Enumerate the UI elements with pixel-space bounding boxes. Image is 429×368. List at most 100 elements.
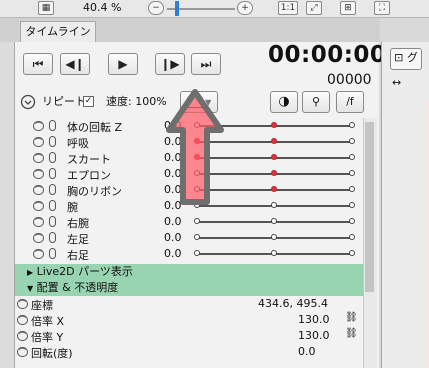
link-icon[interactable] [49, 232, 56, 243]
collapse-icon[interactable] [20, 91, 36, 113]
track-label: 胸のリボン [67, 185, 122, 198]
track-label: スカート [67, 153, 111, 166]
link-icon[interactable] [49, 248, 56, 259]
property-row[interactable]: ⌒ 倍率 X 130.0 ⛓ [15, 312, 363, 328]
eye-icon[interactable]: ⌒ [33, 153, 44, 163]
keyframe-marker[interactable] [349, 218, 355, 224]
chain-link-icon[interactable]: ⛓ [345, 312, 358, 323]
eye-icon[interactable]: ⌒ [17, 331, 28, 341]
section-placement-label: 配置 & 不透明度 [36, 281, 119, 294]
keyframe-marker[interactable] [194, 250, 200, 256]
ratio-button[interactable]: 1:1 [278, 1, 298, 15]
eye-icon[interactable]: ⌒ [17, 299, 28, 309]
property-row[interactable]: ⌒ 倍率 Y 130.0 ⛓ [15, 328, 363, 344]
keyframe-marker[interactable] [271, 138, 277, 144]
right-panel: ⊡ グ ↔ [381, 42, 429, 368]
track-label: 右足 [67, 249, 89, 262]
track-label: エプロン [67, 169, 111, 182]
eye-icon[interactable]: ⌒ [33, 185, 44, 195]
keyframe-marker[interactable] [349, 202, 355, 208]
link-icon[interactable] [49, 184, 56, 195]
section-placement[interactable]: ▼ 配置 & 不透明度 [15, 280, 363, 296]
keyframe-marker[interactable] [271, 154, 277, 160]
repeat-label: リピート [42, 95, 86, 108]
keyframe-marker[interactable] [194, 218, 200, 224]
right-panel-button[interactable]: ⊡ グ [390, 48, 422, 70]
track-row[interactable]: ⌒ 右足 0.0 [15, 246, 363, 262]
eye-icon[interactable]: ⌒ [33, 233, 44, 243]
track-label: 腕 [67, 201, 78, 214]
overlap-circles-icon: ◑ [278, 94, 290, 109]
scrollbar-thumb[interactable] [365, 122, 374, 292]
eye-icon[interactable]: ⌒ [17, 315, 28, 325]
property-label: 座標 [31, 299, 53, 312]
track-label: 呼吸 [67, 137, 89, 150]
eye-icon[interactable]: ⌒ [33, 169, 44, 179]
chain-link-icon[interactable]: ⛓ [345, 328, 358, 339]
link-icon[interactable] [49, 216, 56, 227]
keyframe-marker[interactable] [349, 186, 355, 192]
skip-end-button[interactable]: ⏭ [191, 53, 221, 75]
keyframe-marker[interactable] [349, 122, 355, 128]
keyframe-marker[interactable] [194, 234, 200, 240]
pin-button[interactable]: ⚲ [302, 91, 330, 113]
track-row[interactable]: ⌒ 右腕 0.0 [15, 214, 363, 230]
pin-icon: ⚲ [311, 95, 321, 108]
zoom-in-icon[interactable]: + [237, 1, 253, 15]
eye-icon[interactable]: ⌒ [17, 347, 28, 357]
eye-icon[interactable]: ⌒ [33, 121, 44, 131]
repeat-checkbox[interactable]: ✓ [83, 96, 94, 107]
keyframe-marker[interactable] [271, 186, 277, 192]
eye-icon[interactable]: ⌒ [33, 217, 44, 227]
step-back-button[interactable]: ◀❙ [60, 53, 90, 75]
step-forward-button[interactable]: ❙▶ [155, 53, 185, 75]
eye-icon[interactable]: ⌒ [33, 249, 44, 259]
keyframe-marker[interactable] [271, 218, 277, 224]
checker-icon[interactable]: ▦ [38, 1, 54, 15]
link-icon[interactable] [49, 200, 56, 211]
property-value[interactable]: 130.0 [298, 329, 330, 342]
expand-width-icon[interactable]: ↔ [392, 76, 401, 89]
track-value: 0.0 [164, 231, 182, 244]
keyframe-marker[interactable] [349, 234, 355, 240]
eye-icon[interactable]: ⌒ [33, 201, 44, 211]
keyframe-style-button[interactable]: ◑ [270, 91, 298, 113]
keyframe-marker[interactable] [349, 170, 355, 176]
top-toolbar: ▦ 40.4 % − + 1:1 ⤢ ⊞ ⛶ [0, 0, 429, 18]
track-value: 0.0 [164, 247, 182, 260]
track-label: 体の回転 Z [67, 121, 123, 134]
keyframe-marker[interactable] [271, 250, 277, 256]
link-icon[interactable] [49, 152, 56, 163]
fit-icon[interactable]: ⤢ [306, 1, 322, 15]
zoom-out-icon[interactable]: − [148, 1, 164, 15]
property-row[interactable]: ⌒ 回転(度) 0.0 [15, 344, 363, 360]
play-button[interactable]: ▶ [108, 53, 138, 75]
capture-icon[interactable]: ⛶ [374, 1, 390, 15]
keyframe-marker[interactable] [349, 154, 355, 160]
eye-icon[interactable]: ⌒ [33, 137, 44, 147]
per-frame-button[interactable]: /f [336, 91, 364, 113]
keyframe-marker[interactable] [349, 250, 355, 256]
keyframe-marker[interactable] [271, 202, 277, 208]
keyframe-marker[interactable] [271, 170, 277, 176]
keyframe-marker[interactable] [271, 234, 277, 240]
skip-start-button[interactable]: ⏮ [23, 53, 53, 75]
keyframe-marker[interactable] [349, 138, 355, 144]
property-value[interactable]: 434.6, 495.4 [258, 297, 328, 310]
grid-icon[interactable]: ⊞ [340, 1, 356, 15]
link-icon[interactable] [49, 136, 56, 147]
property-row[interactable]: ⌒ 座標 434.6, 495.4 [15, 296, 363, 312]
property-value[interactable]: 130.0 [298, 313, 330, 326]
link-icon[interactable] [49, 168, 56, 179]
keyframe-marker[interactable] [271, 122, 277, 128]
section-live2d-label: Live2D パーツ表示 [36, 265, 133, 278]
track-row[interactable]: ⌒ 左足 0.0 [15, 230, 363, 246]
tab-timeline[interactable]: タイムライン [20, 21, 96, 42]
right-keyframe-strip [425, 100, 429, 368]
track-label: 右腕 [67, 217, 89, 230]
zoom-slider-thumb[interactable] [175, 1, 179, 16]
section-live2d[interactable]: ▶ Live2D パーツ表示 [15, 264, 363, 280]
link-icon[interactable] [49, 120, 56, 131]
property-value[interactable]: 0.0 [298, 345, 316, 358]
up-arrow-overlay [166, 89, 224, 205]
